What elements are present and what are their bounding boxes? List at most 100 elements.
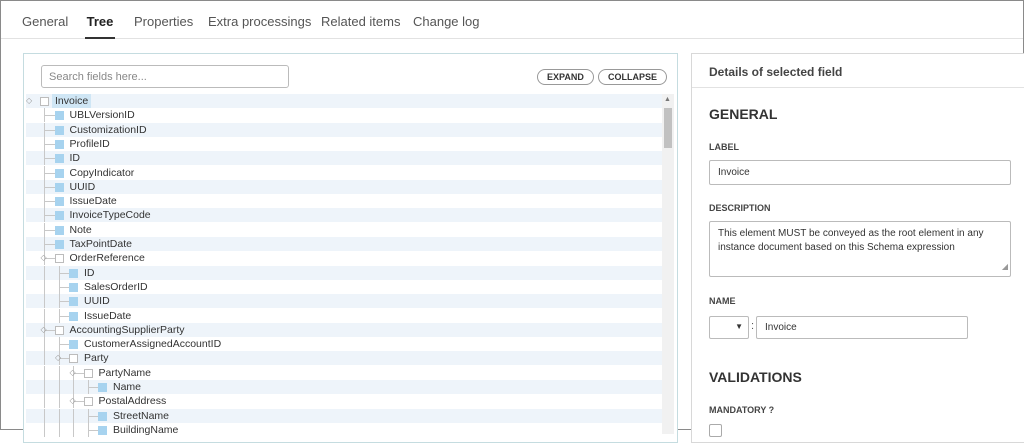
tree-connector-line — [44, 229, 55, 231]
tree-panel: EXPAND COLLAPSE ◇InvoiceUBLVersionIDCust… — [23, 53, 678, 443]
tree-connector-line — [58, 272, 69, 274]
description-caption: DESCRIPTION — [709, 203, 771, 213]
tree-leaf-node[interactable]: TaxPointDate — [26, 237, 662, 251]
tab-change-log[interactable]: Change log — [413, 14, 480, 39]
tree-guide-line — [44, 294, 45, 309]
details-title: Details of selected field — [709, 65, 843, 79]
tree-node-label: StreetName — [113, 409, 170, 422]
tree-node-label: UUID — [84, 295, 110, 308]
tree-leaf-node[interactable]: ProfileID — [26, 136, 662, 151]
leaf-node-icon — [54, 225, 64, 235]
tree-group-node[interactable]: ◇ PartyName — [26, 365, 662, 380]
tree-node-label: ID — [69, 152, 81, 165]
scroll-up-arrow-icon[interactable]: ▲ — [664, 96, 671, 103]
expand-toggle-icon[interactable]: ◇ — [55, 351, 65, 365]
tree-guide-line — [58, 408, 60, 423]
tree-group-node[interactable]: ◇ OrderReference — [26, 251, 662, 266]
tree-node-label: OrderReference — [69, 252, 145, 265]
tree-group-node[interactable]: ◇ AccountingSupplierParty — [26, 322, 662, 337]
tree-connector-line — [44, 143, 55, 145]
tree-group-node[interactable]: ◇ Party — [26, 351, 662, 366]
leaf-node-icon — [69, 311, 78, 321]
tree-node-label: TaxPointDate — [69, 238, 132, 250]
tree-node-label: ID — [84, 266, 95, 279]
expand-toggle-icon[interactable]: ◇ — [70, 366, 80, 380]
tree-connector-line — [58, 344, 69, 346]
group-node-icon — [54, 325, 64, 335]
label-caption: LABEL — [709, 142, 739, 152]
tree-leaf-node[interactable]: SalesOrderID — [26, 279, 662, 294]
tree-connector-line — [44, 244, 55, 245]
name-field[interactable]: Invoice — [756, 316, 968, 339]
expand-button[interactable]: EXPAND — [537, 69, 594, 85]
tree-group-node[interactable]: ◇ Invoice — [26, 94, 662, 108]
tab-properties[interactable]: Properties — [134, 14, 193, 39]
tab-general[interactable]: General — [22, 14, 68, 39]
tree-leaf-node[interactable]: UUID — [26, 294, 662, 309]
tree-connector-line — [87, 387, 98, 388]
leaf-node-icon — [54, 154, 64, 164]
tree-leaf-node[interactable]: StreetName — [26, 408, 662, 423]
tree-leaf-node[interactable]: ID — [26, 265, 662, 280]
search-fields-input[interactable] — [41, 65, 289, 88]
tree-leaf-node[interactable]: IssueDate — [26, 308, 662, 323]
tree-leaf-node[interactable]: UUID — [26, 179, 662, 194]
tree-leaf-node[interactable]: CopyIndicator — [26, 165, 662, 180]
leaf-node-icon — [69, 340, 78, 350]
validations-section-title: VALIDATIONS — [709, 369, 802, 385]
leaf-node-icon — [69, 297, 78, 307]
leaf-node-icon — [54, 125, 64, 135]
tree-guide-line — [73, 408, 74, 423]
details-header: Details of selected field — [692, 54, 1024, 88]
namespace-select[interactable]: ▼ — [709, 316, 749, 339]
tab-related-items[interactable]: Related items — [321, 14, 400, 39]
tree-node-label: AccountingSupplierParty — [69, 323, 185, 336]
mandatory-caption: MANDATORY ? — [709, 405, 775, 415]
tree-leaf-node[interactable]: CustomerAssignedAccountID — [26, 337, 662, 352]
description-text: This element MUST be conveyed as the roo… — [718, 228, 984, 253]
expand-toggle-icon[interactable]: ◇ — [26, 94, 36, 108]
description-textarea[interactable]: This element MUST be conveyed as the roo… — [709, 221, 1011, 277]
details-panel: Details of selected field GENERAL LABEL … — [691, 53, 1024, 443]
tree-leaf-node[interactable]: CustomizationID — [26, 122, 662, 137]
tree-connector-line — [44, 115, 55, 117]
tree-group-node[interactable]: ◇ PostalAddress — [26, 394, 662, 409]
scrollbar-thumb[interactable] — [664, 108, 672, 148]
group-node-icon — [83, 368, 93, 378]
tree-guide-line — [44, 380, 45, 394]
tree-leaf-node[interactable]: Note — [26, 222, 662, 237]
label-field[interactable]: Invoice — [709, 160, 1011, 185]
tree-guide-line — [44, 365, 45, 380]
tree-connector-line — [44, 158, 55, 160]
tree-node-label: ProfileID — [69, 137, 110, 150]
tree-leaf-node[interactable]: UBLVersionID — [26, 108, 662, 123]
tree-guide-line — [44, 337, 45, 352]
name-separator: : — [751, 320, 755, 332]
resize-grip-icon[interactable]: ◢ — [1002, 260, 1008, 274]
group-node-icon — [69, 354, 78, 364]
tree-leaf-node[interactable]: InvoiceTypeCode — [26, 208, 662, 223]
tree-node-label: Invoice — [52, 94, 92, 108]
tab-extra-processings[interactable]: Extra processings — [208, 14, 311, 39]
collapse-button[interactable]: COLLAPSE — [598, 69, 668, 85]
tree-node-label: Name — [113, 381, 142, 393]
tree-connector-line — [44, 215, 55, 217]
tree-leaf-node[interactable]: IssueDate — [26, 194, 662, 209]
expand-toggle-icon[interactable]: ◇ — [41, 251, 51, 265]
tree-leaf-node[interactable]: ID — [26, 151, 662, 166]
mandatory-checkbox[interactable] — [709, 424, 722, 437]
dropdown-caret-icon: ▼ — [735, 322, 743, 331]
group-node-icon — [83, 397, 93, 407]
general-section-title: GENERAL — [709, 106, 778, 122]
tree-node-label: UBLVersionID — [69, 109, 135, 122]
tree-leaf-node[interactable]: Name — [26, 380, 662, 394]
tree-connector-line — [44, 129, 55, 131]
tree-guide-line — [58, 365, 60, 380]
tree-node-label: IssueDate — [84, 309, 132, 322]
tree-scrollbar[interactable]: ▲ — [662, 94, 674, 434]
expand-toggle-icon[interactable]: ◇ — [70, 394, 80, 408]
leaf-node-icon — [98, 425, 107, 435]
tree-guide-line — [58, 394, 60, 409]
expand-toggle-icon[interactable]: ◇ — [41, 323, 51, 337]
tab-tree[interactable]: Tree — [85, 14, 115, 39]
